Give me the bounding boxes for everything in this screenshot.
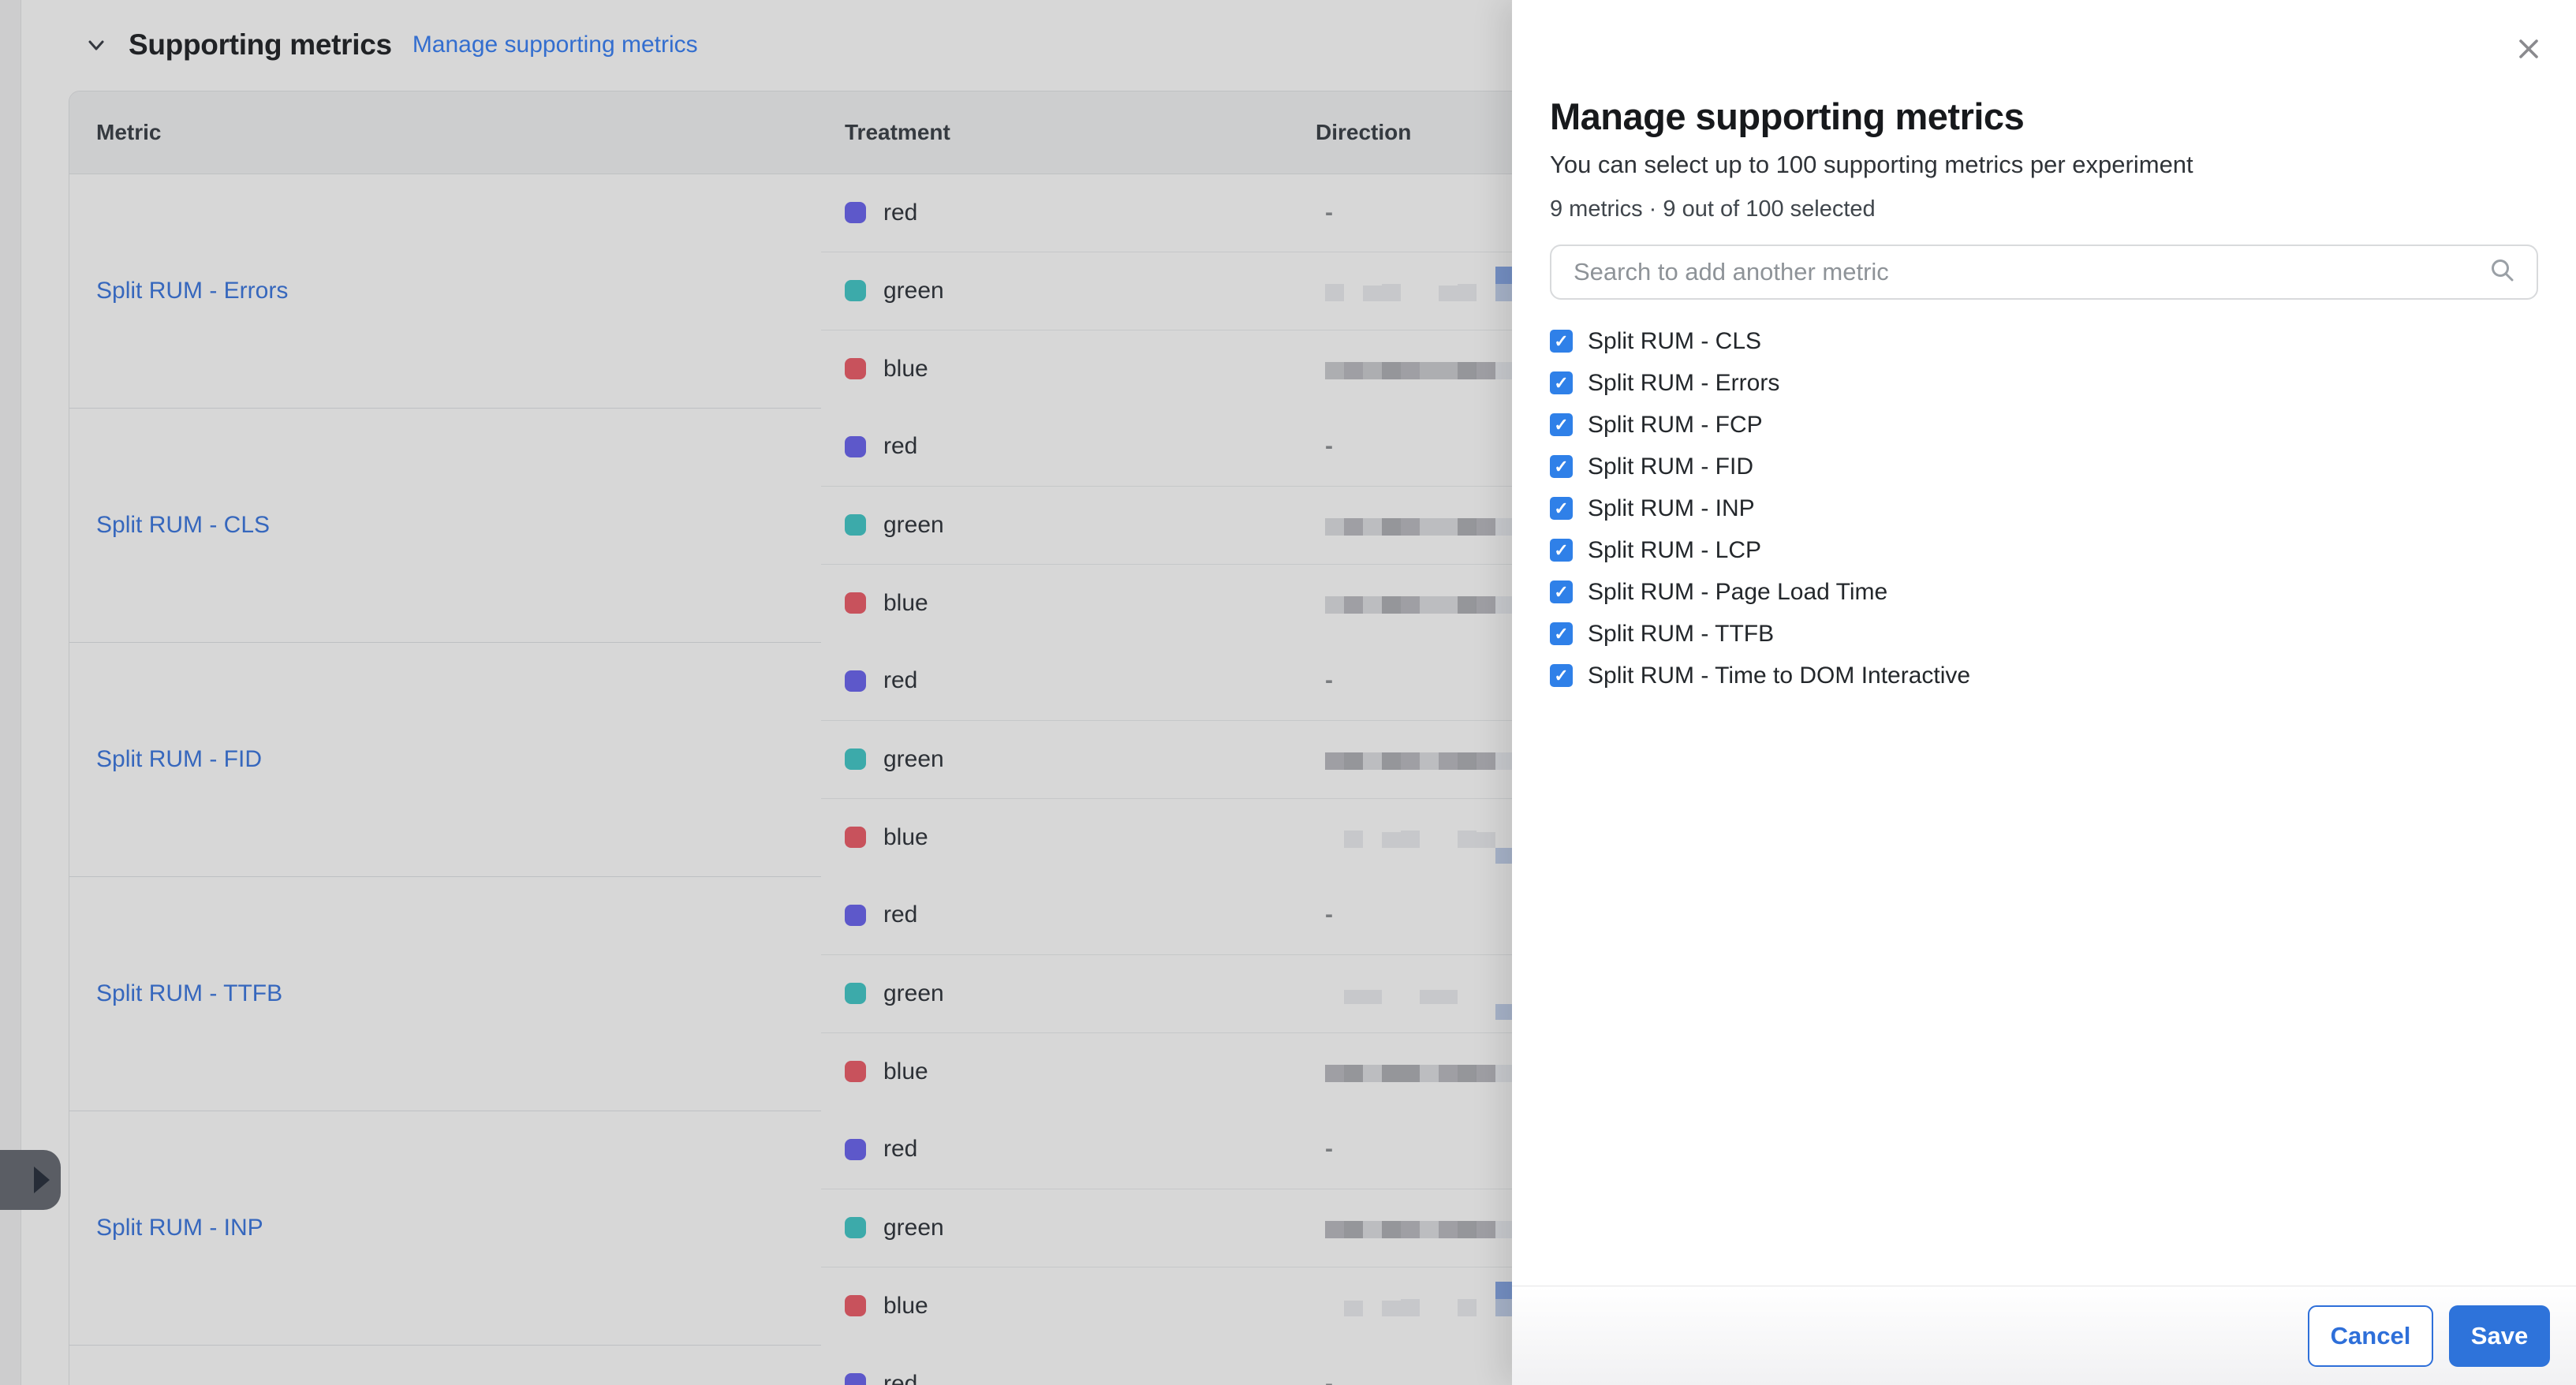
- metric-list-item[interactable]: ✓ Split RUM - TTFB: [1550, 613, 2538, 655]
- checkbox-checked-icon[interactable]: ✓: [1550, 455, 1573, 478]
- metric-checkbox-list: ✓ Split RUM - CLS ✓ Split RUM - Errors ✓ Spli…: [1550, 320, 2538, 696]
- cancel-button[interactable]: Cancel: [2308, 1305, 2433, 1367]
- checkbox-checked-icon[interactable]: ✓: [1550, 413, 1573, 436]
- metric-list-item[interactable]: ✓ Split RUM - Page Load Time: [1550, 571, 2538, 613]
- metric-item-label: Split RUM - TTFB: [1588, 621, 1774, 648]
- panel-footer: Cancel Save: [1512, 1286, 2576, 1385]
- save-button[interactable]: Save: [2449, 1305, 2550, 1367]
- metric-item-label: Split RUM - LCP: [1588, 537, 1761, 564]
- panel-body: Manage supporting metrics You can select…: [1512, 0, 2576, 1286]
- metric-list-item[interactable]: ✓ Split RUM - FCP: [1550, 404, 2538, 446]
- checkbox-checked-icon[interactable]: ✓: [1550, 497, 1573, 520]
- metric-item-label: Split RUM - FID: [1588, 454, 1753, 480]
- metric-item-label: Split RUM - FCP: [1588, 412, 1763, 439]
- manage-supporting-metrics-panel: Manage supporting metrics You can select…: [1512, 0, 2576, 1385]
- metric-item-label: Split RUM - Time to DOM Interactive: [1588, 663, 1970, 689]
- panel-subtitle: You can select up to 100 supporting metr…: [1550, 151, 2538, 179]
- metric-item-label: Split RUM - Page Load Time: [1588, 579, 1887, 606]
- search-input[interactable]: [1574, 258, 2488, 286]
- selection-count-text: 9 metrics · 9 out of 100 selected: [1550, 196, 2538, 222]
- metric-list-item[interactable]: ✓ Split RUM - CLS: [1550, 320, 2538, 362]
- checkbox-checked-icon[interactable]: ✓: [1550, 371, 1573, 394]
- checkbox-checked-icon[interactable]: ✓: [1550, 581, 1573, 603]
- checkbox-checked-icon[interactable]: ✓: [1550, 622, 1573, 645]
- metric-list-item[interactable]: ✓ Split RUM - LCP: [1550, 529, 2538, 571]
- metric-search-box: [1550, 245, 2538, 300]
- metric-item-label: Split RUM - INP: [1588, 495, 1755, 522]
- checkbox-checked-icon[interactable]: ✓: [1550, 330, 1573, 353]
- search-icon: [2488, 256, 2518, 289]
- metric-item-label: Split RUM - Errors: [1588, 370, 1779, 397]
- checkbox-checked-icon[interactable]: ✓: [1550, 664, 1573, 687]
- metric-list-item[interactable]: ✓ Split RUM - Errors: [1550, 362, 2538, 404]
- metric-item-label: Split RUM - CLS: [1588, 328, 1761, 355]
- metric-list-item[interactable]: ✓ Split RUM - FID: [1550, 446, 2538, 487]
- metric-list-item[interactable]: ✓ Split RUM - Time to DOM Interactive: [1550, 655, 2538, 696]
- checkbox-checked-icon[interactable]: ✓: [1550, 539, 1573, 562]
- panel-title: Manage supporting metrics: [1550, 95, 2538, 138]
- metric-list-item[interactable]: ✓ Split RUM - INP: [1550, 487, 2538, 529]
